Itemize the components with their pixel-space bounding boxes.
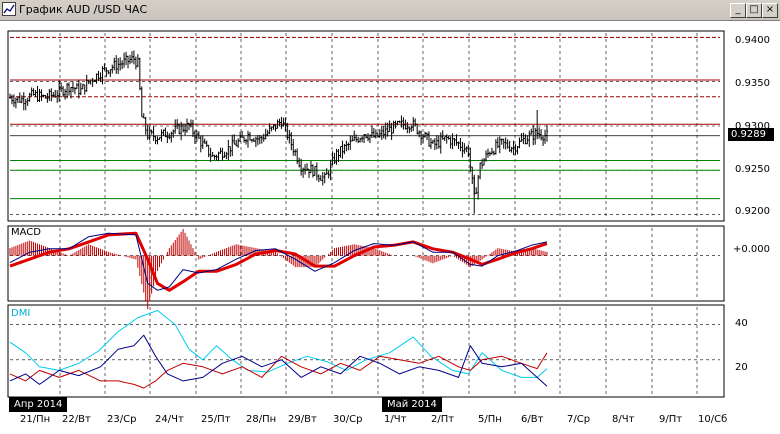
time-label: 30/Ср bbox=[333, 414, 363, 425]
time-label: 9/Пт bbox=[659, 414, 683, 425]
time-label: 6/Вт bbox=[521, 414, 544, 425]
month-label: Май 2014 bbox=[382, 397, 442, 412]
maximize-button[interactable]: □ bbox=[746, 3, 762, 18]
chart-window: График AUD /USD ЧАС _ □ × 0.9400 0.9350 … bbox=[0, 0, 780, 434]
time-label: 21/Пн bbox=[20, 414, 51, 425]
chart-window-icon bbox=[2, 2, 16, 16]
dmi-level-label: 40 bbox=[735, 318, 748, 329]
time-label: 1/Чт bbox=[384, 414, 407, 425]
time-label: 23/Ср bbox=[107, 414, 137, 425]
macd-label: MACD bbox=[11, 227, 41, 238]
macd-zero-label: +0.000 bbox=[733, 244, 771, 255]
time-label: 5/Пн bbox=[478, 414, 502, 425]
time-label: 28/Пн bbox=[246, 414, 277, 425]
chart-canvas[interactable] bbox=[0, 20, 780, 434]
time-label: 25/Пт bbox=[201, 414, 231, 425]
title-bar[interactable]: График AUD /USD ЧАС _ □ × bbox=[0, 0, 780, 21]
time-label: 29/Вт bbox=[288, 414, 317, 425]
price-label: 0.9200 bbox=[735, 206, 770, 217]
close-button[interactable]: × bbox=[762, 3, 778, 18]
price-label: 0.9250 bbox=[735, 164, 770, 175]
time-label: 7/Ср bbox=[567, 414, 591, 425]
minimize-button[interactable]: _ bbox=[730, 3, 746, 18]
macd-pane[interactable] bbox=[7, 225, 725, 302]
dmi-level-label: 20 bbox=[735, 362, 748, 373]
time-label: 2/Пт bbox=[431, 414, 455, 425]
time-label: 24/Чт bbox=[155, 414, 184, 425]
dmi-pane[interactable] bbox=[7, 304, 725, 398]
dmi-label: DMI bbox=[11, 308, 31, 319]
time-label: 22/Вт bbox=[62, 414, 91, 425]
window-title: График AUD /USD ЧАС bbox=[19, 3, 148, 16]
price-label: 0.9400 bbox=[735, 35, 770, 46]
current-price-tag: 0.9289 bbox=[728, 128, 774, 141]
price-label: 0.9350 bbox=[735, 78, 770, 89]
time-label: 8/Чт bbox=[612, 414, 635, 425]
time-label: 10/Сб bbox=[698, 414, 728, 425]
month-label: Апр 2014 bbox=[9, 397, 68, 412]
